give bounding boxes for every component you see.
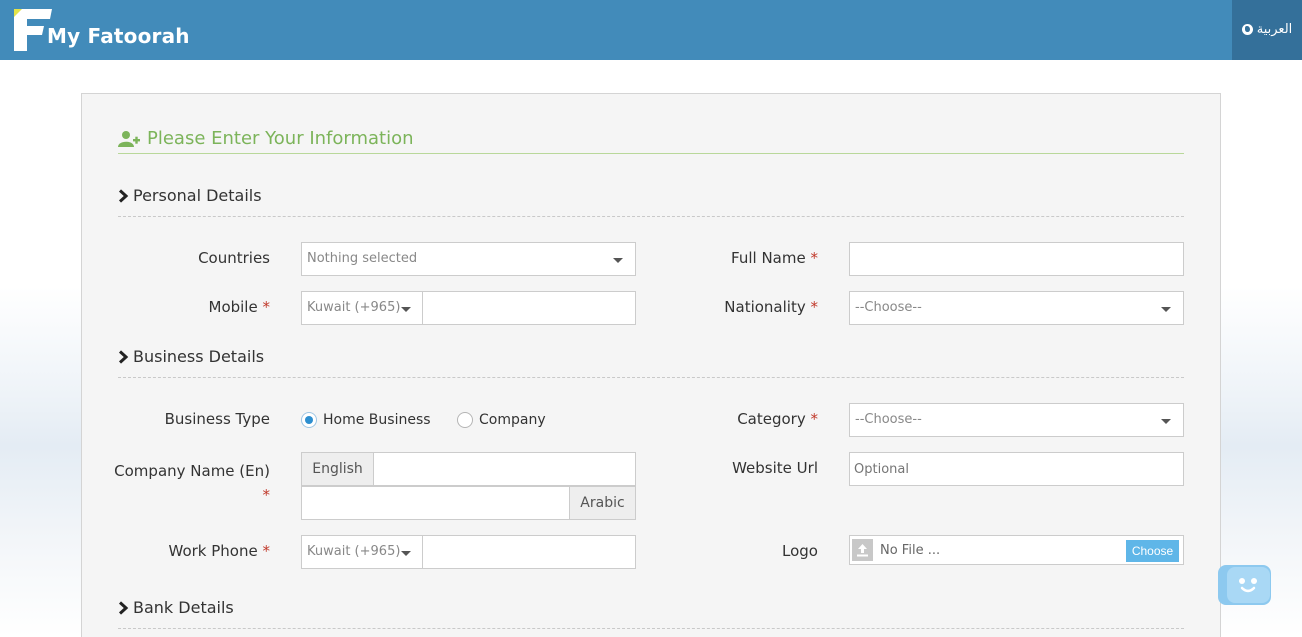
work-phone-input[interactable] [422, 535, 636, 569]
chevron-right-icon [118, 601, 129, 615]
radio-home-business[interactable]: Home Business [301, 412, 431, 428]
website-url-label: Website Url [732, 459, 818, 477]
section-title: Business Details [133, 347, 265, 366]
mobile-number-input[interactable] [422, 291, 636, 325]
section-bank-details[interactable]: Bank Details [118, 595, 1184, 629]
chat-widget-button[interactable] [1218, 565, 1271, 605]
nationality-label: Nationality * [724, 298, 818, 316]
section-personal-details[interactable]: Personal Details [118, 183, 1184, 217]
form-title-text: Please Enter Your Information [147, 128, 414, 149]
radio-button[interactable] [457, 412, 473, 428]
brand-name[interactable]: My Fatoorah [47, 24, 190, 48]
logo-label: Logo [782, 542, 818, 560]
radio-company[interactable]: Company [457, 412, 546, 428]
countries-select[interactable]: Nothing selected [301, 242, 636, 276]
company-name-arabic-input[interactable] [301, 486, 570, 520]
caret-down-icon [1161, 419, 1171, 424]
file-name-text: No File ... [880, 543, 941, 558]
section-title: Bank Details [133, 598, 234, 617]
nationality-select[interactable]: --Choose-- [849, 291, 1184, 325]
add-user-icon [118, 131, 140, 147]
choose-file-button[interactable]: Choose [1126, 540, 1179, 562]
work-phone-country-code-select[interactable]: Kuwait (+965) [301, 535, 423, 569]
chevron-right-icon [118, 189, 129, 203]
full-name-input[interactable] [849, 242, 1184, 276]
mobile-country-code-select[interactable]: Kuwait (+965) [301, 291, 423, 325]
company-name-label: Company Name (En) * [114, 462, 270, 504]
section-business-details[interactable]: Business Details [118, 344, 1184, 378]
arabic-addon: Arabic [569, 486, 636, 520]
section-title: Personal Details [133, 186, 262, 205]
upload-icon [852, 539, 873, 561]
radio-button-checked[interactable] [301, 412, 317, 428]
company-name-english-input[interactable] [373, 452, 636, 486]
category-label: Category * [737, 410, 818, 428]
language-label: العربية [1256, 22, 1293, 37]
category-select[interactable]: --Choose-- [849, 403, 1184, 437]
logo-file-input[interactable]: No File ... Choose [849, 535, 1184, 565]
countries-label: Countries [198, 249, 270, 267]
mobile-label: Mobile * [208, 298, 271, 316]
full-name-label: Full Name * [731, 249, 818, 267]
language-switch-button[interactable]: العربية [1232, 0, 1302, 60]
work-phone-label: Work Phone * [168, 542, 271, 560]
english-addon: English [301, 452, 374, 486]
website-url-input[interactable] [849, 452, 1184, 486]
globe-icon [1241, 24, 1253, 35]
chat-bot-icon [1227, 567, 1270, 603]
top-navbar: My Fatoorah العربية [0, 0, 1302, 60]
caret-down-icon [401, 307, 411, 312]
business-type-label: Business Type [164, 410, 270, 428]
registration-panel: Please Enter Your Information Personal D… [81, 93, 1221, 637]
chevron-right-icon [118, 350, 129, 364]
caret-down-icon [401, 551, 411, 556]
form-title: Please Enter Your Information [118, 127, 1184, 154]
caret-down-icon [613, 258, 623, 263]
caret-down-icon [1161, 307, 1171, 312]
